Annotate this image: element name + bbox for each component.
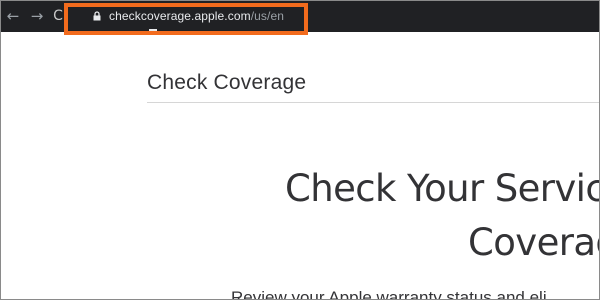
page-title[interactable]: Check Coverage (147, 71, 306, 95)
url-highlight-box (64, 3, 308, 35)
hero-heading-line1: Check Your Service (285, 167, 600, 210)
hero-heading-line2: Coverag (468, 221, 599, 264)
screenshot-frame: ← → C checkcoverage.apple.com/us/en Chec… (0, 0, 600, 300)
localnav-divider (147, 102, 599, 103)
hero-subtext: Review your Apple warranty status and el… (231, 288, 547, 300)
back-arrow-icon[interactable]: ← (3, 6, 23, 26)
reload-icon[interactable]: C (52, 6, 64, 26)
forward-arrow-icon[interactable]: → (27, 6, 47, 26)
